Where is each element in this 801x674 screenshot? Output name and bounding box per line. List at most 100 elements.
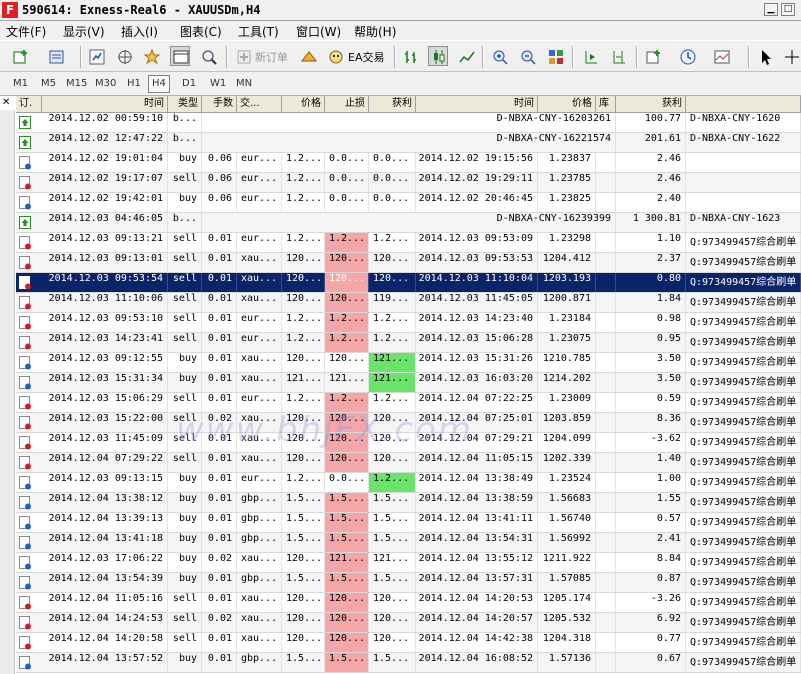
timeframe-m15[interactable]: M15 <box>63 76 90 92</box>
chart-shift-icon[interactable] <box>608 46 628 66</box>
menu-tools[interactable]: 工具(T) <box>238 23 279 40</box>
new-order-label[interactable]: 新订单 <box>255 49 288 65</box>
cell-close-price: 1.23524 <box>538 473 596 492</box>
expert-advisor-icon[interactable] <box>325 46 345 66</box>
table-row[interactable]: 2014.12.03 09:12:55 buy 0.01 xau... 120... 12… <box>16 353 801 373</box>
table-row[interactable]: 2014.12.03 11:45:09 sell 0.01 xau... 120... 1… <box>16 433 801 453</box>
bar-chart-icon[interactable] <box>400 46 420 66</box>
col-header-close-price[interactable]: 价格 <box>538 96 596 113</box>
periods-icon[interactable] <box>677 46 697 66</box>
history-center-icon[interactable] <box>298 46 318 66</box>
col-header-lots[interactable]: 手数 <box>202 96 237 113</box>
table-row[interactable]: 2014.12.03 09:13:21 sell 0.01 eur... 1.2... 1… <box>16 233 801 253</box>
col-header-price[interactable]: 价格 <box>282 96 325 113</box>
terminal-icon[interactable] <box>170 46 190 66</box>
table-row[interactable]: 2014.12.04 13:38:12 buy 0.01 gbp... 1.5... 1.… <box>16 493 801 513</box>
strategy-tester-icon[interactable] <box>198 46 218 66</box>
menu-help[interactable]: 帮助(H) <box>354 23 396 40</box>
table-row[interactable]: 2014.12.02 12:47:22 b... D-NBXA-CNY-162215… <box>16 133 801 153</box>
table-row[interactable]: 2014.12.04 14:24:53 sell 0.02 xau... 120... 1… <box>16 613 801 633</box>
zoom-out-icon[interactable] <box>517 46 537 66</box>
market-watch-icon[interactable] <box>86 46 106 66</box>
table-row[interactable]: 2014.12.03 17:06:22 buy 0.02 xau... 120... 12… <box>16 553 801 573</box>
cursor-icon[interactable] <box>755 46 775 66</box>
menu-file[interactable]: 文件(F) <box>6 23 46 40</box>
table-row[interactable]: 2014.12.03 11:10:06 sell 0.01 xau... 120... 1… <box>16 293 801 313</box>
timeframe-m1[interactable]: M1 <box>10 76 31 92</box>
new-chart-icon[interactable] <box>10 46 30 66</box>
cell-take-profit: 120... <box>369 593 416 612</box>
col-header-type[interactable]: 类型 <box>168 96 202 113</box>
timeframe-d1[interactable]: D1 <box>179 76 199 92</box>
navigator-icon[interactable] <box>141 46 161 66</box>
col-header-comment[interactable] <box>686 96 801 113</box>
table-row[interactable]: 2014.12.04 07:29:22 sell 0.01 xau... 120... 1… <box>16 453 801 473</box>
table-row[interactable]: 2014.12.03 09:53:10 sell 0.01 eur... 1.2... 1… <box>16 313 801 333</box>
col-header-stop-loss[interactable]: 止损 <box>325 96 369 113</box>
table-row[interactable]: 2014.12.03 04:46:05 b... D-NBXA-CNY-162393… <box>16 213 801 233</box>
cell-stop-loss: 1.5... <box>325 573 369 592</box>
expert-advisor-label[interactable]: EA交易 <box>348 49 384 65</box>
timeframe-m30[interactable]: M30 <box>92 76 119 92</box>
timeframe-w1[interactable]: W1 <box>207 76 229 92</box>
col-header-take-profit[interactable]: 获利 <box>369 96 416 113</box>
col-header-close-time[interactable]: 时间 <box>416 96 538 113</box>
table-row[interactable]: 2014.12.03 15:22:00 sell 0.02 xau... 120... 1… <box>16 413 801 433</box>
cell-profit: 0.67 <box>616 653 686 672</box>
minimize-icon[interactable]: ▁ <box>764 3 778 16</box>
table-row[interactable]: 2014.12.03 14:23:41 sell 0.01 eur... 1.2... 1… <box>16 333 801 353</box>
table-row[interactable]: 2014.12.02 19:17:07 sell 0.06 eur... 1.2... 0… <box>16 173 801 193</box>
cell-lots: 0.01 <box>202 273 237 292</box>
candlestick-icon[interactable] <box>428 46 448 66</box>
cell-symbol: xau... <box>237 293 282 312</box>
table-row[interactable]: 2014.12.02 19:01:04 buy 0.06 eur... 1.2... 0.… <box>16 153 801 173</box>
cell-price: 1.2... <box>282 393 325 412</box>
crosshair-icon[interactable] <box>781 46 801 66</box>
col-header-swap[interactable]: 库 <box>596 96 616 113</box>
app-logo-icon[interactable]: F <box>2 2 18 18</box>
cell-comment: Q:973499457综合刷单 <box>686 473 801 492</box>
col-header-open-time[interactable]: 时间 <box>42 96 168 113</box>
table-row[interactable]: 2014.12.04 13:39:13 buy 0.01 gbp... 1.5... 1.… <box>16 513 801 533</box>
data-window-icon[interactable] <box>114 46 134 66</box>
auto-scroll-icon[interactable] <box>580 46 600 66</box>
menu-window[interactable]: 窗口(W) <box>296 23 341 40</box>
table-row[interactable]: 2014.12.03 09:13:15 buy 0.01 eur... 1.2... 0.… <box>16 473 801 493</box>
table-row[interactable]: 2014.12.04 11:05:16 sell 0.01 xau... 120... 1… <box>16 593 801 613</box>
templates-icon[interactable] <box>711 46 731 66</box>
table-row-selected[interactable]: 2014.12.03 09:53:54 sell 0.01 xau... 120... 1… <box>16 273 801 293</box>
close-icon[interactable]: ✕ <box>2 97 10 108</box>
timeframe-mn[interactable]: MN <box>233 76 255 92</box>
menu-insert[interactable]: 插入(I) <box>121 23 158 40</box>
col-header-profit[interactable]: 获利 <box>616 96 686 113</box>
cell-type: buy <box>168 373 202 392</box>
timeframe-h4[interactable]: H4 <box>148 75 170 93</box>
new-order-icon[interactable] <box>233 46 253 66</box>
cell-close-time: 2014.12.04 14:20:57 <box>416 613 538 632</box>
profiles-icon[interactable] <box>46 46 66 66</box>
table-row[interactable]: 2014.12.02 19:42:01 buy 0.06 eur... 1.2... 0.… <box>16 193 801 213</box>
menu-view[interactable]: 显示(V) <box>63 23 105 40</box>
col-header-order[interactable]: 订. <box>16 96 42 113</box>
tile-windows-icon[interactable] <box>545 46 565 66</box>
table-row[interactable]: 2014.12.02 00:59:10 b... D-NBXA-CNY-162032… <box>16 113 801 133</box>
menu-charts[interactable]: 图表(C) <box>180 23 222 40</box>
table-row[interactable]: 2014.12.03 15:31:34 buy 0.01 xau... 121... 12… <box>16 373 801 393</box>
zoom-in-icon[interactable] <box>489 46 509 66</box>
timeframe-h1[interactable]: H1 <box>124 76 144 92</box>
cell-comment <box>686 193 801 212</box>
table-row[interactable]: 2014.12.04 13:57:52 buy 0.01 gbp... 1.5... 1.… <box>16 653 801 673</box>
indicators-icon[interactable] <box>643 46 663 66</box>
table-row[interactable]: 2014.12.04 14:20:58 sell 0.01 xau... 120... 1… <box>16 633 801 653</box>
line-chart-icon[interactable] <box>456 46 476 66</box>
table-row[interactable]: 2014.12.03 15:06:29 sell 0.01 eur... 1.2... 1… <box>16 393 801 413</box>
cell-take-profit: 120... <box>369 433 416 452</box>
table-row[interactable]: 2014.12.03 09:13:01 sell 0.01 xau... 120... 1… <box>16 253 801 273</box>
col-header-symbol[interactable]: 交... <box>237 96 282 113</box>
menu-bar: 文件(F) 显示(V) 插入(I) 图表(C) 工具(T) 窗口(W) 帮助(H… <box>0 21 801 40</box>
table-row[interactable]: 2014.12.04 13:54:39 buy 0.01 gbp... 1.5... 1.… <box>16 573 801 593</box>
cell-comment: Q:973499457综合刷单 <box>686 493 801 512</box>
maximize-icon[interactable]: □ <box>781 3 795 16</box>
timeframe-m5[interactable]: M5 <box>38 76 59 92</box>
table-row[interactable]: 2014.12.04 13:41:18 buy 0.01 gbp... 1.5... 1.… <box>16 533 801 553</box>
